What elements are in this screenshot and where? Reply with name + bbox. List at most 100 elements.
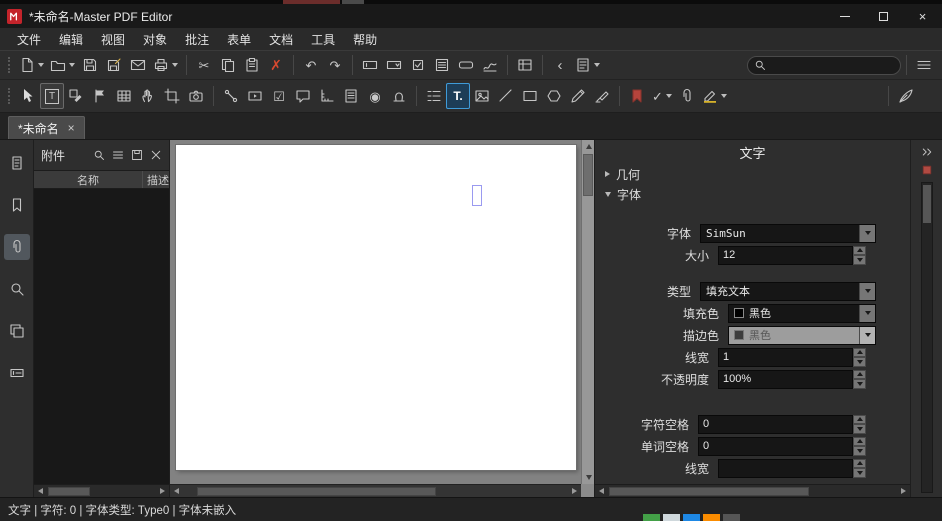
scroll-left-arrow[interactable] — [170, 485, 183, 498]
clipped-row-input[interactable] — [718, 459, 853, 478]
radio-button-tool[interactable]: ◉ — [363, 83, 387, 109]
scroll-thumb[interactable] — [609, 487, 809, 496]
spin-up-button[interactable] — [853, 459, 866, 469]
save-as-button[interactable] — [102, 53, 126, 77]
image-tool-button[interactable] — [470, 83, 494, 109]
edit-text-tool-button[interactable]: T — [40, 83, 64, 109]
form-list-button[interactable] — [430, 53, 454, 77]
size-input[interactable] — [718, 246, 853, 265]
menu-item-tools[interactable]: 工具 — [302, 28, 344, 51]
text-tool-button[interactable]: T. — [446, 83, 470, 109]
note-tool-button[interactable] — [291, 83, 315, 109]
delete-button[interactable]: ✗ — [264, 53, 288, 77]
document-annotation-button[interactable] — [339, 83, 363, 109]
snapshot-tool-button[interactable] — [184, 83, 208, 109]
type-select[interactable]: 填充文本 — [700, 282, 876, 301]
save-button[interactable] — [78, 53, 102, 77]
panel-collapse-icon[interactable] — [916, 144, 938, 160]
opacity-spinner[interactable] — [718, 370, 866, 389]
bookmark-tool-button[interactable] — [88, 83, 112, 109]
checkbox-annotation-button[interactable]: ☑ — [267, 83, 291, 109]
menu-item-file[interactable]: 文件 — [8, 28, 50, 51]
open-file-button[interactable] — [47, 53, 78, 77]
properties-horizontal-scrollbar[interactable] — [595, 484, 910, 497]
undo-button[interactable]: ↶ — [299, 53, 323, 77]
check-annotation-button[interactable]: ✓ — [649, 83, 675, 109]
form-text-field-button[interactable] — [358, 53, 382, 77]
sidebar-item-search[interactable] — [4, 276, 30, 302]
line-width-spinner[interactable] — [718, 348, 866, 367]
tab-untitled[interactable]: *未命名 × — [8, 116, 85, 139]
email-button[interactable] — [126, 53, 150, 77]
form-signature-button[interactable] — [478, 53, 502, 77]
cut-button[interactable]: ✂ — [192, 53, 216, 77]
sidebar-item-fields[interactable] — [4, 360, 30, 386]
document-canvas[interactable] — [170, 140, 594, 497]
menu-item-help[interactable]: 帮助 — [344, 28, 386, 51]
tab-close-icon[interactable]: × — [68, 122, 75, 134]
sidebar-item-thumbnails[interactable] — [4, 150, 30, 176]
dropdown-button[interactable] — [859, 225, 875, 242]
redo-button[interactable]: ↷ — [323, 53, 347, 77]
canvas-vertical-scrollbar[interactable] — [581, 140, 594, 484]
scroll-thumb[interactable] — [48, 487, 90, 496]
dropdown-button[interactable] — [859, 283, 875, 300]
scroll-left-arrow[interactable] — [595, 485, 608, 498]
clipped-row-spinner[interactable] — [718, 459, 866, 478]
scroll-right-arrow[interactable] — [568, 485, 581, 498]
menu-item-document[interactable]: 文档 — [260, 28, 302, 51]
list-format-button[interactable] — [422, 83, 446, 109]
sidebar-item-bookmarks[interactable] — [4, 192, 30, 218]
dropdown-button[interactable] — [859, 305, 875, 322]
spin-up-button[interactable] — [853, 370, 866, 380]
sidebar-item-layers[interactable] — [4, 318, 30, 344]
scroll-thumb[interactable] — [197, 487, 436, 496]
attachments-save-icon[interactable] — [131, 149, 143, 161]
right-panel-scrollbar[interactable] — [921, 182, 933, 493]
toolbar-menu-button[interactable] — [912, 53, 936, 77]
select-tool-button[interactable] — [16, 83, 40, 109]
spin-up-button[interactable] — [853, 246, 866, 256]
column-name[interactable]: 名称 — [34, 172, 142, 188]
close-button[interactable]: × — [903, 4, 942, 28]
scroll-thumb[interactable] — [583, 154, 593, 196]
word-spacing-input[interactable] — [698, 437, 853, 456]
scroll-left-arrow[interactable] — [34, 485, 47, 498]
pdf-page[interactable] — [176, 145, 576, 470]
spin-up-button[interactable] — [853, 348, 866, 358]
toolbar-search[interactable] — [747, 56, 901, 75]
highlight-tool-button[interactable] — [699, 83, 730, 109]
scroll-up-arrow[interactable] — [582, 140, 595, 153]
char-spacing-input[interactable] — [698, 415, 853, 434]
rectangle-tool-button[interactable] — [518, 83, 542, 109]
spin-down-button[interactable] — [853, 468, 866, 478]
print-button[interactable] — [150, 53, 181, 77]
minimize-button[interactable] — [825, 4, 864, 28]
crop-tool-button[interactable] — [160, 83, 184, 109]
section-font[interactable]: 字体 — [595, 184, 910, 204]
char-spacing-spinner[interactable] — [698, 415, 866, 434]
spin-down-button[interactable] — [853, 424, 866, 434]
spin-down-button[interactable] — [853, 357, 866, 367]
column-description[interactable]: 描述 — [143, 172, 169, 188]
form-combo-button[interactable] — [382, 53, 406, 77]
attach-file-button[interactable] — [675, 83, 699, 109]
red-bookmark-button[interactable] — [625, 83, 649, 109]
line-tool-button[interactable] — [494, 83, 518, 109]
measure-tool-button[interactable] — [315, 83, 339, 109]
menu-item-object[interactable]: 对象 — [134, 28, 176, 51]
form-button-tool[interactable] — [454, 53, 478, 77]
menu-item-annotation[interactable]: 批注 — [176, 28, 218, 51]
scroll-down-arrow[interactable] — [582, 471, 595, 484]
toolbar-search-input[interactable] — [770, 59, 894, 71]
spin-down-button[interactable] — [853, 379, 866, 389]
fill-color-select[interactable]: 黑色 — [728, 304, 876, 323]
new-document-button[interactable] — [16, 53, 47, 77]
video-tool-button[interactable] — [243, 83, 267, 109]
menu-item-view[interactable]: 视图 — [92, 28, 134, 51]
word-spacing-spinner[interactable] — [698, 437, 866, 456]
attachments-search-icon[interactable] — [93, 149, 105, 161]
pen-tool-button[interactable] — [894, 83, 918, 109]
pencil-tool-button[interactable] — [566, 83, 590, 109]
table-tool-button[interactable] — [112, 83, 136, 109]
